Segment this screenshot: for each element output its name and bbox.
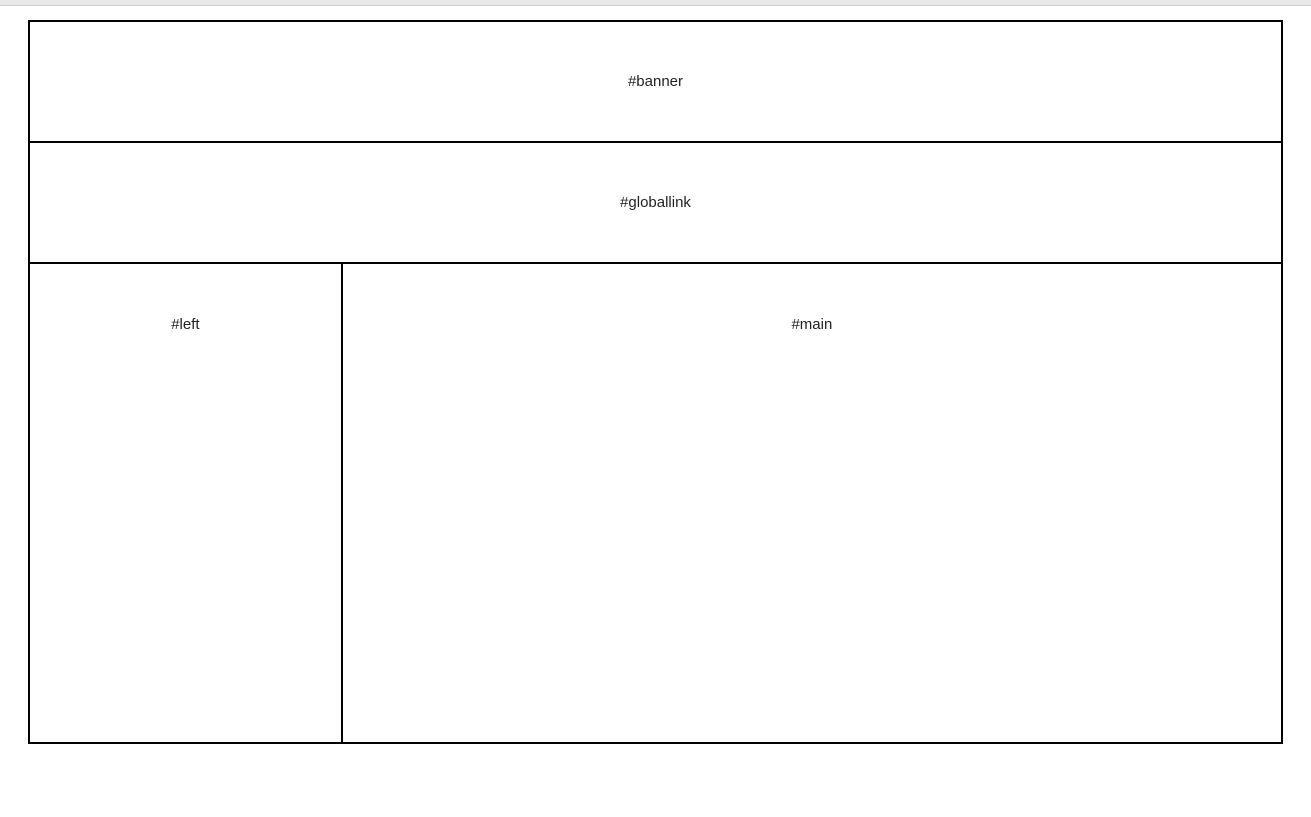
body-row: #left #main	[30, 264, 1281, 742]
banner-region: #banner	[30, 22, 1281, 143]
main-label: #main	[791, 316, 832, 333]
banner-label: #banner	[628, 73, 683, 90]
globallink-label: #globallink	[620, 194, 691, 211]
globallink-region: #globallink	[30, 143, 1281, 264]
layout-container: #banner #globallink #left #main	[28, 20, 1283, 744]
left-region: #left	[30, 264, 343, 742]
page-canvas: #banner #globallink #left #main	[0, 6, 1311, 774]
left-label: #left	[171, 316, 199, 333]
main-region: #main	[343, 264, 1281, 742]
